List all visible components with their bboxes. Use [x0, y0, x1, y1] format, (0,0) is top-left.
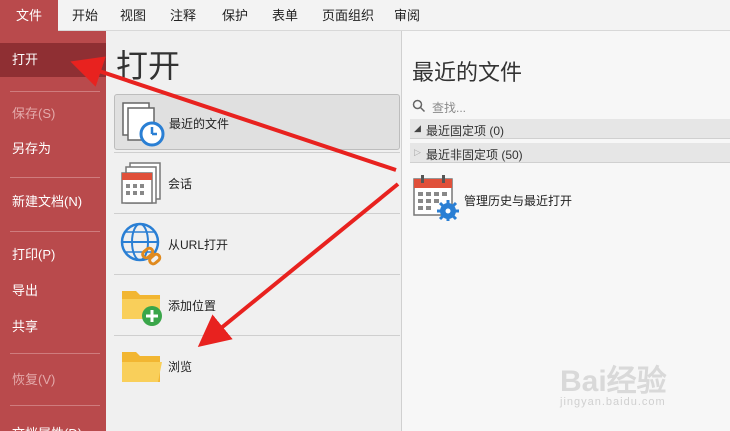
pinned-group-header[interactable]: ◢ 最近固定项 (0) [410, 119, 730, 139]
search-input[interactable]: 查找... [410, 96, 730, 116]
nav-divider [10, 353, 100, 354]
globe-link-icon [118, 220, 166, 268]
tab-home[interactable]: 开始 [62, 0, 108, 31]
ribbon-tab-bar: 文件 开始 视图 注释 保护 表单 页面组织 审阅 [0, 0, 730, 31]
unpinned-group-header[interactable]: ▷ 最近非固定项 (50) [410, 143, 730, 163]
collapsed-triangle-icon: ▷ [414, 147, 421, 157]
nav-divider [10, 177, 100, 178]
option-open-from-url[interactable]: 从URL打开 [114, 216, 400, 272]
option-label: 浏览 [168, 360, 193, 374]
tab-file[interactable]: 文件 [0, 0, 58, 31]
option-label: 添加位置 [168, 299, 217, 313]
unpinned-group-label: 最近非固定项 (50) [426, 148, 523, 162]
option-label: 从URL打开 [168, 238, 229, 252]
watermark-brand: Bai经验 [560, 365, 667, 398]
search-icon [412, 99, 426, 113]
nav-divider [10, 405, 100, 406]
manage-history-button[interactable]: 管理历史与最近打开 [412, 173, 632, 223]
calendar-gear-icon [412, 173, 460, 222]
tab-organize-pages[interactable]: 页面组织 [312, 0, 384, 31]
folder-icon [118, 342, 166, 390]
option-label: 会话 [168, 177, 193, 191]
nav-print[interactable]: 打印(P) [0, 238, 106, 272]
option-label: 最近的文件 [169, 117, 230, 131]
recent-files-clock-icon [119, 99, 167, 147]
option-add-place[interactable]: 添加位置 [114, 277, 400, 333]
option-divider [114, 274, 400, 275]
search-placeholder: 查找... [432, 101, 467, 115]
nav-new-document[interactable]: 新建文档(N) [0, 185, 106, 219]
option-browse[interactable]: 浏览 [114, 338, 400, 394]
manage-history-label: 管理历史与最近打开 [464, 194, 573, 208]
nav-save[interactable]: 保存(S) [0, 97, 106, 131]
nav-restore[interactable]: 恢复(V) [0, 363, 106, 397]
folder-add-icon [118, 281, 166, 329]
nav-share[interactable]: 共享 [0, 310, 106, 344]
nav-divider [10, 91, 100, 92]
nav-open[interactable]: 打开 [0, 43, 106, 77]
option-recent-files[interactable]: 最近的文件 [114, 94, 400, 150]
option-divider [114, 213, 400, 214]
nav-save-as[interactable]: 另存为 [0, 132, 106, 166]
open-options-panel: 打开 最近的文件 会话 从URL打开 添加位置 浏览 [106, 31, 402, 431]
session-calendar-icon [118, 159, 166, 207]
nav-divider [10, 231, 100, 232]
watermark-url: jingyan.baidu.com [560, 396, 666, 408]
option-divider [114, 335, 400, 336]
page-title: 打开 [116, 48, 181, 84]
expanded-triangle-icon: ◢ [414, 123, 421, 133]
tab-annotate[interactable]: 注释 [160, 0, 206, 31]
tab-review[interactable]: 审阅 [384, 0, 430, 31]
tab-view[interactable]: 视图 [110, 0, 156, 31]
backstage-nav: 打开 保存(S) 另存为 新建文档(N) 打印(P) 导出 共享 恢复(V) 文… [0, 31, 106, 431]
nav-export[interactable]: 导出 [0, 274, 106, 308]
option-divider [114, 152, 400, 153]
pinned-group-label: 最近固定项 (0) [426, 124, 505, 138]
recent-files-title: 最近的文件 [412, 60, 523, 85]
tab-protect[interactable]: 保护 [212, 0, 258, 31]
tab-forms[interactable]: 表单 [262, 0, 308, 31]
option-session[interactable]: 会话 [114, 155, 400, 211]
nav-document-properties[interactable]: 文档属性(D) [0, 417, 106, 431]
baidu-jingyan-watermark: Bai经验 jingyan.baidu.com [560, 350, 730, 430]
